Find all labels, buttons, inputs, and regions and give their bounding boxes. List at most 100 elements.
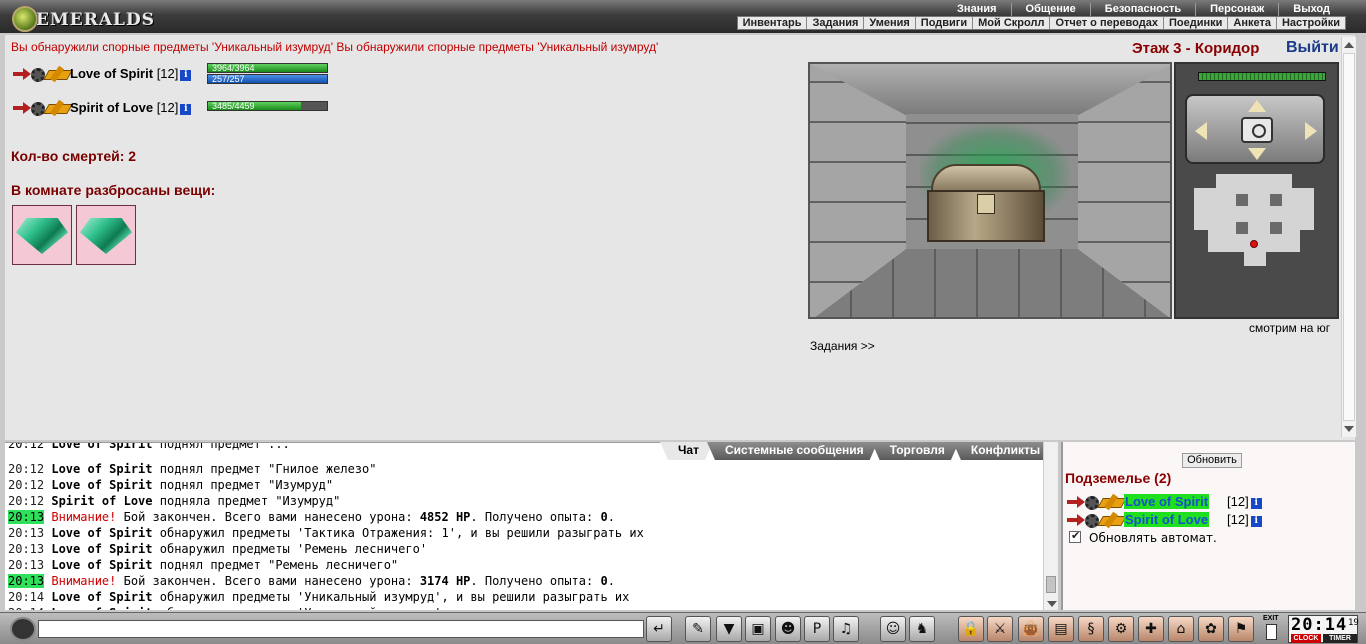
dungeon-view[interactable] [808, 62, 1172, 319]
gear-icon[interactable]: ⚙ [1108, 616, 1134, 642]
send-enter-icon[interactable]: ↵ [646, 616, 672, 642]
subnav-skills[interactable]: Умения [863, 17, 914, 29]
exit-dungeon-link[interactable]: Выйти [1286, 39, 1339, 57]
subnav-achievements[interactable]: Подвиги [914, 17, 972, 29]
filter-icon[interactable]: ▼ [716, 616, 742, 642]
floor-location-title: Этаж 3 - Коридор [1132, 40, 1260, 57]
chat-player-name[interactable]: Love of Spirit [51, 462, 152, 476]
member-level: [12] [1227, 512, 1249, 527]
nav-character[interactable]: Персонаж [1195, 3, 1278, 16]
chat-input[interactable] [38, 620, 644, 638]
paw-icon[interactable]: ✿ [1198, 616, 1224, 642]
heal-cross-icon[interactable]: ✚ [1138, 616, 1164, 642]
sword-icon[interactable]: ⚔ [987, 616, 1013, 642]
turn-right-arrow-icon[interactable] [1305, 122, 1317, 140]
subnav-my-scroll[interactable]: Мой Скролл [972, 17, 1049, 29]
turn-left-arrow-icon[interactable] [1195, 122, 1207, 140]
chat-line: 20:13 Внимание! Бой закончен. Всего вами… [8, 573, 1038, 589]
chat-player-name[interactable]: Love of Spirit [51, 542, 152, 556]
private-icon[interactable]: P [804, 616, 830, 642]
tab-chat[interactable]: Чат [660, 442, 713, 460]
tab-system-messages[interactable]: Системные сообщения [707, 442, 878, 460]
move-forward-arrow-icon[interactable] [1248, 100, 1266, 112]
nav-security[interactable]: Безопасность [1089, 3, 1195, 16]
chat-text: обнаружил предметы 'Уникальный изумруд',… [153, 606, 630, 610]
scroll-up-icon[interactable] [1344, 42, 1354, 48]
eraser-icon[interactable]: ✎ [685, 616, 711, 642]
music-icon[interactable]: ♫ [833, 616, 859, 642]
nav-logout[interactable]: Выход [1278, 3, 1344, 16]
dance-icon[interactable]: ☻ [775, 616, 801, 642]
room-items-title: В комнате разбросаны вещи: [11, 182, 216, 198]
subnav-quests[interactable]: Задания [806, 17, 863, 29]
chat-player-name[interactable]: Love of Spirit [51, 558, 152, 572]
subnav-settings[interactable]: Настройки [1275, 17, 1345, 29]
top-header: EMERALDS Знания Общение Безопасность Пер… [0, 0, 1366, 33]
chat-line: 20:13 Love of Spirit обнаружил предметы … [8, 525, 1038, 541]
chat-text: Бой закончен. Всего вами нанесено урона: [116, 574, 420, 588]
chat-scrollbar[interactable] [1043, 442, 1058, 610]
info-icon[interactable]: i [180, 70, 192, 81]
member-name[interactable]: Love of Spirit [1124, 494, 1210, 509]
tab-trade[interactable]: Торговля [872, 442, 959, 460]
nav-knowledge[interactable]: Знания [943, 3, 1010, 16]
helmet-icon[interactable]: ♞ [909, 616, 935, 642]
player-name[interactable]: Love of Spirit [70, 66, 153, 81]
quests-link[interactable]: Задания >> [810, 339, 875, 353]
bag-icon[interactable]: 👜 [1018, 616, 1044, 642]
death-count: Кол-во смертей: 2 [11, 148, 137, 164]
hp-bar: 3964/3964 [207, 63, 328, 73]
player-position-icon [1250, 240, 1258, 248]
room-item-emerald[interactable] [12, 205, 72, 265]
chat-value: 4852 HP [419, 510, 471, 524]
refresh-button[interactable]: Обновить [1182, 453, 1242, 468]
house-icon[interactable]: ⌂ [1168, 616, 1194, 642]
info-icon[interactable]: i [1250, 498, 1262, 509]
treasure-chest[interactable] [927, 164, 1045, 244]
nav-communication[interactable]: Общение [1010, 3, 1090, 16]
checkbox-checked[interactable] [1069, 529, 1081, 543]
info-icon[interactable]: i [180, 104, 192, 115]
emerald-icon [16, 218, 68, 254]
speaker-icon[interactable] [10, 617, 36, 641]
game-logo[interactable]: EMERALDS [6, 2, 156, 32]
scroll-down-icon[interactable] [1344, 426, 1354, 432]
info-icon[interactable]: i [1250, 516, 1262, 527]
bottom-toolbar: ↵ ✎ ▼ ▣ ☻ P ♫ ☺ ♞ 🔒 ⚔ 👜 ▤ § ⚙ ✚ ⌂ ✿ ⚑ EX… [0, 612, 1366, 644]
chat-tabs: Чат Системные сообщения Торговля Конфлик… [660, 442, 1054, 460]
subnav-profile[interactable]: Анкета [1227, 17, 1276, 29]
chat-text: поднял предмет "Изумруд" [152, 478, 334, 492]
compass-center-icon[interactable] [1241, 117, 1273, 143]
tab-conflicts[interactable]: Конфликты [953, 442, 1054, 460]
chat-player-name[interactable]: Love of Spirit [51, 606, 152, 610]
chat-player-name[interactable]: Spirit of Love [51, 494, 152, 508]
subnav-transfer-report[interactable]: Отчет о переводах [1049, 17, 1163, 29]
subnav-inventory[interactable]: Инвентарь [738, 17, 807, 29]
player-name[interactable]: Spirit of Love [70, 100, 153, 115]
lock-icon[interactable]: 🔒 [958, 616, 984, 642]
chest-icon[interactable]: ▤ [1048, 616, 1074, 642]
player-level: [12] [156, 66, 179, 81]
timer-mode-button[interactable]: TIMER [1323, 634, 1357, 643]
room-item-emerald[interactable] [76, 205, 136, 265]
move-back-arrow-icon[interactable] [1248, 148, 1266, 160]
scroll-down-icon[interactable] [1047, 601, 1057, 607]
chat-value: 3174 HP [419, 574, 471, 588]
flag-icon[interactable]: ⚑ [1228, 616, 1254, 642]
scroll-icon[interactable]: § [1078, 616, 1104, 642]
exit-game-button[interactable]: EXIT [1263, 615, 1281, 642]
save-log-icon[interactable]: ▣ [745, 616, 771, 642]
smiley-icon[interactable]: ☺ [880, 616, 906, 642]
auto-refresh-toggle[interactable]: Обновлять автомат. [1069, 529, 1217, 545]
mana-bar: 257/257 [207, 74, 328, 84]
dungeon-minimap [1184, 174, 1324, 316]
chat-player-name[interactable]: Love of Spirit [51, 526, 152, 540]
chat-player-name[interactable]: Love of Spirit [51, 590, 152, 604]
main-scrollbar[interactable] [1341, 37, 1356, 437]
subnav-duels[interactable]: Поединки [1162, 17, 1227, 29]
chat-player-name[interactable]: Love of Spirit [51, 478, 152, 492]
chat-timestamp: 20:13 [8, 558, 45, 572]
member-name[interactable]: Spirit of Love [1124, 512, 1210, 527]
player-bars: 3485/4459 [207, 101, 328, 112]
clock-mode-button[interactable]: CLOCK [1291, 634, 1321, 643]
